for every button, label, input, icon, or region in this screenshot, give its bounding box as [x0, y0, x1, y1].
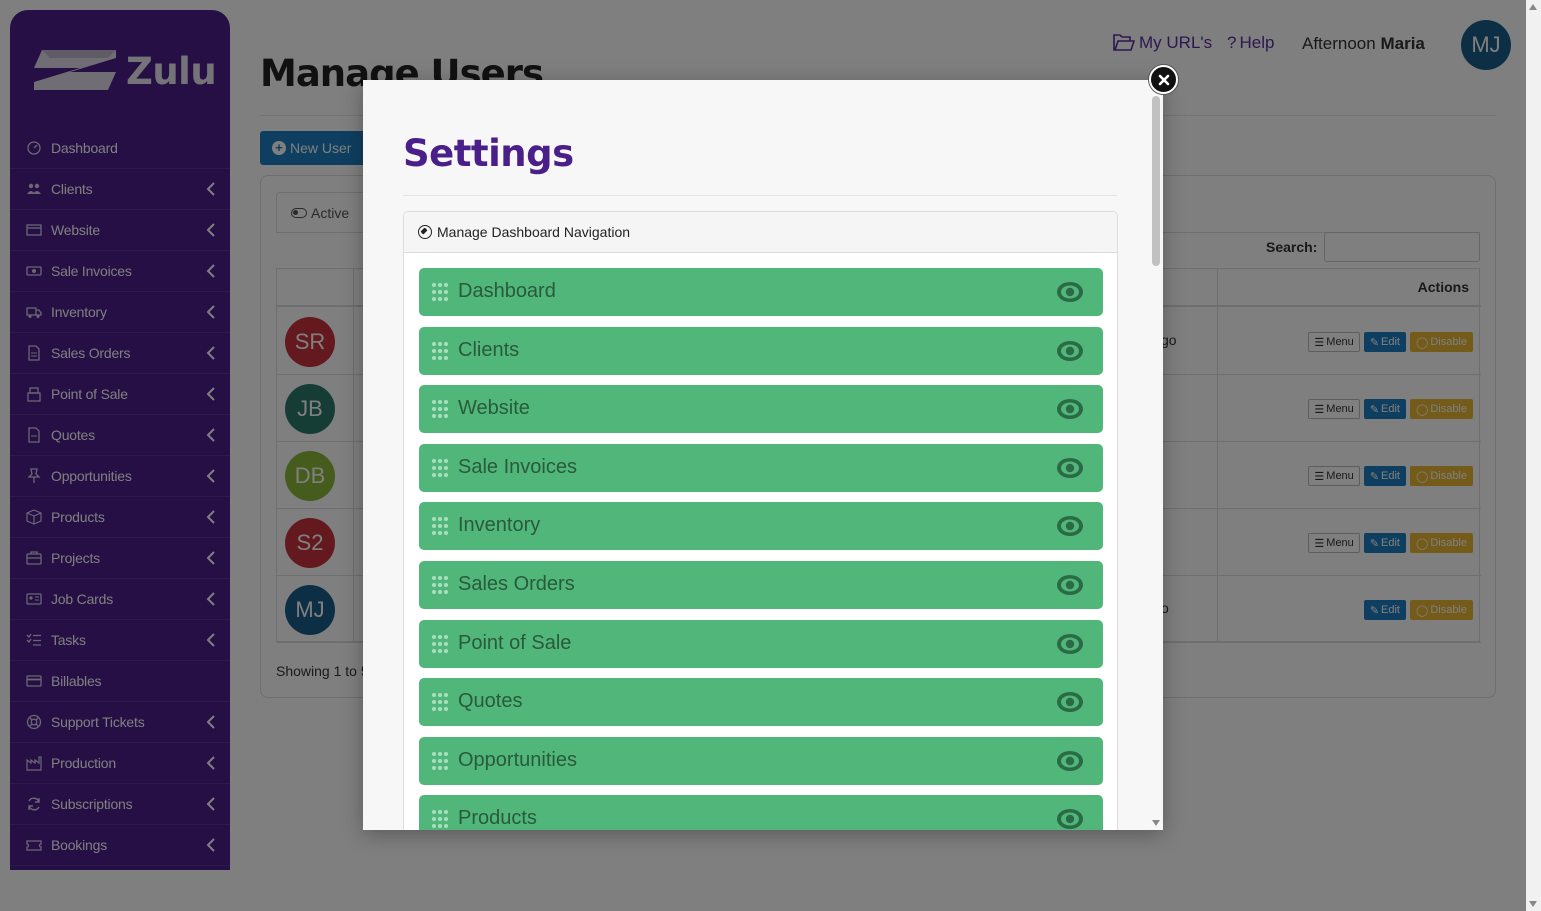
nav-setting-point-of-sale[interactable]: Point of Sale: [419, 619, 1103, 668]
drag-handle-icon[interactable]: [432, 576, 448, 594]
eye-icon[interactable]: [1056, 397, 1084, 421]
nav-setting-label: Dashboard: [458, 280, 556, 302]
nav-setting-label: Sales Orders: [458, 573, 575, 595]
nav-setting-sale-invoices[interactable]: Sale Invoices: [419, 443, 1103, 492]
navigation-panel: Manage Dashboard Navigation Dashboard Cli…: [403, 211, 1118, 830]
nav-setting-label: Opportunities: [458, 748, 577, 771]
nav-setting-label: Products: [458, 807, 537, 830]
nav-setting-dashboard[interactable]: Dashboard: [419, 268, 1103, 316]
drag-handle-icon[interactable]: [432, 458, 448, 477]
drag-handle-icon[interactable]: [432, 693, 448, 712]
eye-icon[interactable]: [1056, 514, 1084, 538]
drag-handle-icon[interactable]: [432, 751, 448, 770]
eye-icon[interactable]: [1056, 690, 1084, 714]
scroll-down-arrow-icon[interactable]: [1529, 901, 1537, 907]
drag-handle-icon[interactable]: [432, 517, 448, 536]
modal-scrollbar-thumb[interactable]: [1152, 96, 1160, 266]
drag-handle-icon[interactable]: [432, 810, 448, 829]
close-icon: [1158, 74, 1169, 85]
nav-setting-label: Point of Sale: [458, 631, 572, 654]
eye-icon[interactable]: [1056, 339, 1084, 363]
drag-handle-icon[interactable]: [432, 634, 448, 653]
drag-handle-icon[interactable]: [432, 400, 448, 419]
modal-divider: [403, 195, 1117, 196]
nav-setting-label: Quotes: [458, 690, 523, 713]
nav-setting-sales-orders[interactable]: Sales Orders: [419, 561, 1103, 609]
eye-icon[interactable]: [1056, 807, 1084, 830]
nav-setting-products[interactable]: Products: [419, 795, 1103, 830]
modal-title: Settings: [403, 132, 574, 175]
scroll-down-arrow-icon[interactable]: [1152, 820, 1160, 826]
nav-setting-label: Clients: [458, 338, 520, 361]
eye-icon[interactable]: [1056, 632, 1084, 656]
compass-icon: [418, 225, 432, 239]
nav-setting-opportunities[interactable]: Opportunities: [419, 736, 1103, 785]
page-scrollbar[interactable]: [1526, 0, 1541, 911]
eye-icon[interactable]: [1056, 573, 1084, 597]
nav-setting-label: Website: [458, 397, 530, 420]
drag-handle-icon[interactable]: [432, 341, 448, 360]
drag-handle-icon[interactable]: [432, 283, 448, 301]
nav-setting-quotes[interactable]: Quotes: [419, 678, 1103, 727]
nav-setting-label: Inventory: [458, 514, 541, 537]
nav-setting-website[interactable]: Website: [419, 385, 1103, 434]
modal-scrollbar[interactable]: [1150, 96, 1162, 830]
scroll-up-arrow-icon[interactable]: [1529, 4, 1537, 10]
nav-setting-label: Sale Invoices: [458, 455, 577, 478]
eye-icon[interactable]: [1056, 280, 1084, 304]
settings-modal: Settings Manage Dashboard Navigation Das…: [363, 80, 1163, 830]
eye-icon[interactable]: [1056, 456, 1084, 480]
nav-setting-clients[interactable]: Clients: [419, 326, 1103, 375]
panel-title: Manage Dashboard Navigation: [437, 224, 631, 240]
close-modal-button[interactable]: [1149, 65, 1178, 94]
panel-header: Manage Dashboard Navigation: [404, 212, 1117, 253]
eye-icon[interactable]: [1056, 749, 1084, 773]
nav-setting-inventory[interactable]: Inventory: [419, 502, 1103, 551]
